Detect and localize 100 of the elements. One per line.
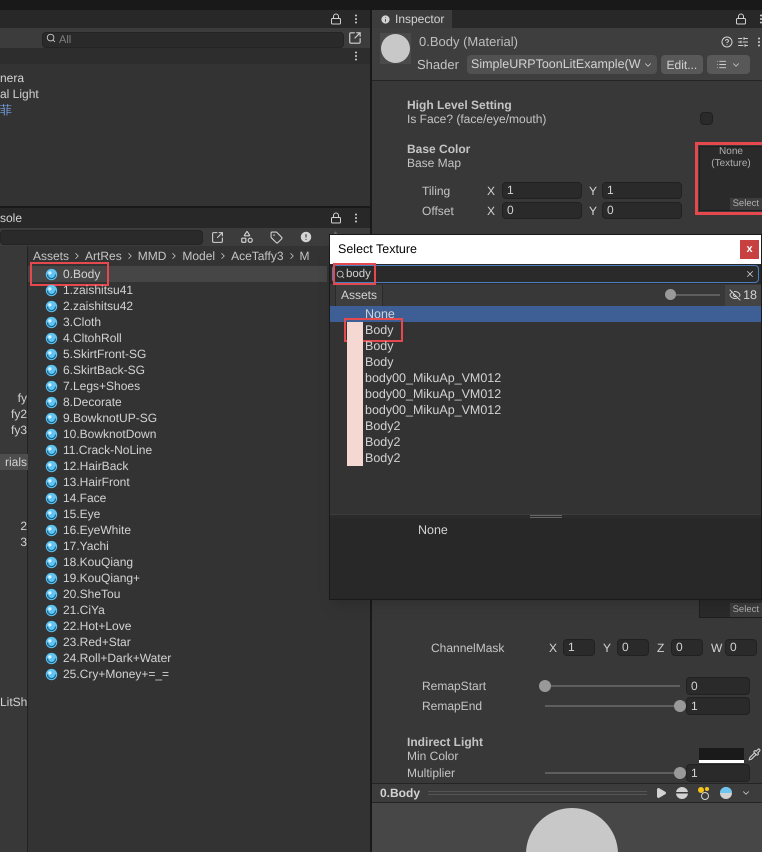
folder-item[interactable]: 3 [0,534,28,550]
material-item[interactable]: 7.Legs+Shoes [28,378,327,394]
number-field[interactable]: 1 [502,182,582,200]
popout-icon[interactable] [348,31,362,45]
material-item[interactable]: 6.SkirtBack-SG [28,362,327,378]
texture-item[interactable]: None [330,306,761,322]
texture-item[interactable]: Body [330,338,761,354]
breadcrumb-link[interactable]: AceTaffy3 [231,247,284,265]
material-item[interactable]: 19.KouQiang+ [28,570,327,586]
material-item[interactable]: 16.EyeWhite [28,522,327,538]
slider-thumb[interactable] [665,289,676,300]
number-field[interactable]: 0 [602,202,682,220]
material-icon [45,476,58,488]
material-item[interactable]: 22.Hot+Love [28,618,327,634]
hierarchy-item[interactable]: nera [0,70,370,86]
material-item[interactable]: 1.zaishitsu41 [28,282,327,298]
breadcrumb-link[interactable]: M [300,247,310,265]
folder-item[interactable]: 2 [0,518,28,534]
material-item[interactable]: 3.Cloth [28,314,327,330]
material-item[interactable]: 17.Yachi [28,538,327,554]
popout-icon[interactable] [211,230,224,244]
color-swatch[interactable] [699,748,744,764]
texture-item[interactable]: body00_MikuAp_VM012 [330,402,761,418]
number-field[interactable]: 1 [686,764,750,782]
inspector-tab[interactable]: Inspector [372,10,452,28]
number-field[interactable]: 1 [563,639,595,656]
select-button[interactable]: Select [730,198,762,210]
tag-icon[interactable] [270,230,283,244]
material-item[interactable]: 4.CltohRoll [28,330,327,346]
edit-button[interactable]: Edit... [660,55,704,74]
lock-icon [330,13,342,25]
folder-item[interactable]: rials [0,454,28,470]
number-field[interactable]: 0 [617,639,649,656]
shader-dropdown[interactable]: SimpleURPToonLitExample(W [467,55,657,74]
texture-item[interactable]: Body [330,354,761,370]
panel-tab[interactable]: sole [0,209,22,227]
material-item[interactable]: 23.Red+Star [28,634,327,650]
material-item[interactable]: 20.SheTou [28,586,327,602]
hierarchy-item[interactable]: 菲 [0,102,370,118]
settings-icon[interactable] [737,36,749,48]
folder-item[interactable]: fy3 [0,422,28,438]
slider-thumb[interactable] [539,680,551,692]
folder-item[interactable]: LitSh [0,694,28,710]
material-item[interactable]: 2.zaishitsu42 [28,298,327,314]
slider-thumb[interactable] [674,700,686,712]
clear-icon[interactable] [745,269,755,279]
lock-icon [330,212,342,224]
material-item[interactable]: 13.HairFront [28,474,327,490]
breadcrumb-link[interactable]: MMD [138,247,166,265]
material-item[interactable]: 10.BowknotDown [28,426,327,442]
slider-thumb[interactable] [674,766,686,779]
search-field[interactable] [0,230,203,244]
eyedropper-icon[interactable] [748,748,761,762]
texture-item[interactable]: Body [330,322,761,338]
material-item[interactable]: 11.Crack-NoLine [28,442,327,458]
texture-item[interactable]: Body2 [330,434,761,450]
texture-item[interactable]: body00_MikuAp_VM012 [330,370,761,386]
select-button[interactable]: Select [730,602,762,617]
material-item[interactable]: 15.Eye [28,506,327,522]
material-item[interactable]: 8.Decorate [28,394,327,410]
material-item[interactable]: 12.HairBack [28,458,327,474]
material-item[interactable]: 14.Face [28,490,327,506]
number-field[interactable]: 0 [502,202,582,220]
texture-item[interactable]: body00_MikuAp_VM012 [330,386,761,402]
checkbox[interactable] [700,112,713,126]
number-field[interactable]: 1 [602,182,682,200]
hierarchy-item[interactable]: al Light [0,86,370,102]
play-icon[interactable] [655,787,667,800]
filter-type-icon[interactable] [240,230,254,244]
sphere-mesh-icon[interactable] [675,786,689,800]
texture-item[interactable]: Body2 [330,418,761,434]
material-item[interactable]: 25.Cry+Money+=_= [28,666,327,682]
breadcrumb-link[interactable]: Assets [33,247,70,265]
material-item[interactable]: 18.KouQiang [28,554,327,570]
help-icon[interactable] [721,36,733,48]
material-item[interactable]: 9.BowknotUP-SG [28,410,327,426]
assets-tab[interactable]: Assets [335,284,384,306]
material-item[interactable]: 5.SkirtFront-SG [28,346,327,362]
material-icon [45,508,58,520]
close-button[interactable]: x [740,240,759,259]
search-field[interactable]: body [332,265,759,283]
list-menu-button[interactable] [707,55,750,74]
warning-icon[interactable] [299,230,313,244]
material-item[interactable]: 24.Roll+Dark+Water [28,650,327,666]
search-icon [46,33,56,43]
folder-item[interactable]: fy2 [0,406,28,422]
texture-slot[interactable]: None (Texture) Select [695,142,762,215]
lights-icon[interactable] [697,786,711,800]
number-field[interactable]: 0 [671,639,703,656]
hidden-count-button[interactable]: 18 [725,284,761,306]
texture-item[interactable]: Body2 [330,450,761,466]
sky-sphere-icon[interactable] [719,786,733,800]
folder-item[interactable]: fy [0,390,28,406]
breadcrumb-link[interactable]: Model [182,247,216,265]
number-field[interactable]: 0 [725,639,757,656]
breadcrumb-link[interactable]: ArtRes [85,247,122,265]
search-field[interactable]: All [42,32,344,48]
number-field[interactable]: 1 [686,696,750,715]
number-field[interactable]: 0 [686,676,750,695]
material-item[interactable]: 21.CiYa [28,602,327,618]
